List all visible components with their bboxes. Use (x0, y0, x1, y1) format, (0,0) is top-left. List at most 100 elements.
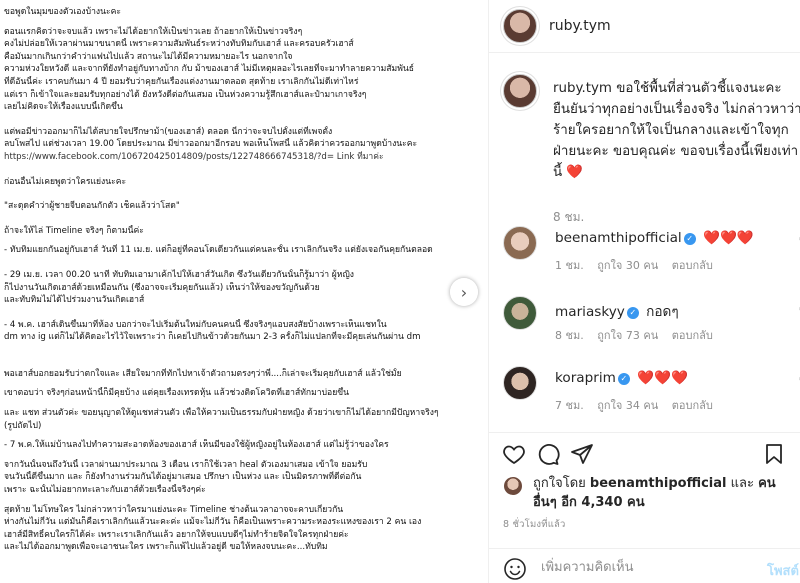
comment-input[interactable] (541, 555, 741, 579)
comment-box: โพสต์ (489, 548, 800, 583)
document-line: - ทับทิมแยกกันอยู่กับเฮาส์ วันที่ 11 เม.… (4, 245, 433, 256)
caption-time[interactable]: 8 ชม. (553, 208, 584, 227)
document-line: "สะดุดคำว่าผู้ชายจีบตอนกักตัว เช็คแล้วว่… (4, 201, 180, 212)
document-line: ขอพูดในมุมของตัวเองบ้างนะคะ (4, 7, 121, 17)
document-line: - 29 เม.ย. เวลา 00.20 นาที ทับทิมเอามาเค… (4, 269, 354, 280)
comment: mariaskyy ✓ กอดๆ 8 ชม. ถูกใจ 73 คน ตอบกลั… (503, 296, 800, 348)
document-line: ถ้าจะให้ไล่ Timeline จริงๆ ก็ตามนี้ค่ะ (4, 225, 144, 236)
document-line: สุดท้าย ไม่โทษใคร ไม่กล่าวหาว่าใครมาแย่ง… (4, 504, 344, 515)
document-spacer (4, 257, 474, 269)
likes-text: ถูกใจโดย beenamthipofficial และ คนอื่นๆ … (533, 474, 793, 512)
reply-button[interactable]: ตอบกลับ (672, 399, 713, 412)
comment-username[interactable]: beenamthipofficial (555, 230, 682, 246)
comment-likes[interactable]: ถูกใจ 73 คน (597, 329, 658, 342)
document-line: เฮาส์มีสิทธิ์คบใครก็ได้ค่ะ เพราะเราเลิกก… (4, 529, 349, 540)
verified-badge-icon: ✓ (617, 373, 630, 385)
document-line: - 4 พ.ค. เฮาส์เดินขึ้นมาที่ห้อง บอกว่าจะ… (4, 319, 387, 330)
action-bar (489, 432, 800, 472)
post-timestamp[interactable]: 8 ชั่วโมงที่แล้ว (503, 517, 566, 532)
document-line: คงไม่ปล่อยให้เวลาผ่านมาขนาดนี้ เพราะความ… (4, 39, 354, 50)
header-username[interactable]: ruby.tym (549, 18, 611, 34)
likes-connector: และ (730, 476, 754, 491)
document-line: พอเฮาส์บอกยอมรับว่าตกใจและ เสียใจมากที่ท… (4, 368, 402, 379)
document-spacer (4, 164, 474, 176)
document-spacer (4, 432, 474, 439)
document-line: แต่เรา ก็เข้าใจและยอมรับทุกอย่างได้ ยังห… (4, 89, 367, 100)
comment-meta: 1 ชม. ถูกใจ 30 คน ตอบกลับ (555, 256, 723, 274)
verified-badge-icon: ✓ (626, 307, 639, 319)
heart-icon[interactable] (501, 441, 527, 467)
avatar[interactable] (503, 9, 537, 43)
reply-button[interactable]: ตอบกลับ (672, 329, 713, 342)
document-spacer (4, 237, 474, 244)
document-line: เพราะ ฉะนั้นไม่อยากทะเลาะกับเฮาส์ด้วยเรื… (4, 485, 206, 496)
verified-badge-icon: ✓ (683, 233, 696, 245)
document-line: ลบโพสไป แต่ช่วงเวลา 19.00 โดยประมาณ มีข่… (4, 139, 418, 150)
document-line: เลยไม่คิดจะให้เรื่องแบบนี้เกิดขึ้น (4, 102, 123, 113)
likes-prefix: ถูกใจโดย (533, 476, 586, 491)
document-line: และ แชท ส่วนตัวค่ะ ขอยนุญาตให้ดูแชทส่วนต… (4, 408, 439, 419)
caption-avatar[interactable] (503, 74, 537, 108)
document-spacer (4, 344, 474, 368)
document-line: คือมันมากเกินกว่าคำว่าแฟนไปแล้ว สถานะไม่… (4, 51, 293, 62)
comment-meta: 7 ชม. ถูกใจ 34 คน ตอบกลับ (555, 396, 723, 414)
comment-username[interactable]: mariaskyy (555, 304, 625, 320)
comment-avatar[interactable] (503, 296, 537, 330)
caption-text: ruby.tym ขอใช้พื้นที่ส่วนตัวชี้แจงนะคะ ย… (553, 78, 800, 183)
post-header: ruby.tym (489, 0, 800, 53)
document-line: และไม่ได้ออกมาพูดเพื่อจะเอาชนะใคร เพราะก… (4, 542, 328, 553)
document-line: จนวันนี้ดีขึ้นมาก และ ก็ยังทำงานร่วมกันไ… (4, 472, 362, 483)
save-icon[interactable] (761, 441, 787, 467)
comment-age[interactable]: 7 ชม. (555, 399, 584, 412)
document-line: (รูปถัดไป) (4, 420, 42, 431)
document-line: และทับทิมไม่ได้ไปร่วมงานวันเกิดเฮาส์ (4, 295, 145, 306)
document-line: ที่ดีอันนี้ค่ะ เราคบกันมา 4 ปี ยอมรับว่า… (4, 76, 359, 87)
emoji-icon[interactable] (503, 557, 527, 581)
comment: beenamthipofficial ✓ ❤️❤️❤️ 1 ชม. ถูกใจ 3… (503, 226, 800, 278)
comment-text: mariaskyy ✓ กอดๆ (555, 300, 679, 322)
comment: koraprim ✓ ❤️❤️❤️ 7 ชม. ถูกใจ 34 คน ตอบกล… (503, 366, 800, 418)
comment-likes[interactable]: ถูกใจ 34 คน (597, 399, 658, 412)
document-line: - 7 พ.ค.ให้แม่บ้านลงไปทำความสะอาดห้องของ… (4, 440, 389, 451)
document-line: dm ทาง ig แต่ก็ไม่ได้คิดอะไรไว้ใจเพราะว่… (4, 332, 421, 343)
post-button[interactable]: โพสต์ (767, 560, 799, 581)
share-icon[interactable] (569, 441, 595, 467)
document-line: จากวันนั้นจนถึงวันนี้ เวลาผ่านมาประมาณ 3… (4, 459, 368, 470)
comments-section: ruby.tym ขอใช้พื้นที่ส่วนตัวชี้แจงนะคะ ย… (489, 54, 800, 430)
comment-age[interactable]: 1 ชม. (555, 259, 584, 272)
document-spacer (4, 400, 474, 407)
document-spacer (4, 307, 474, 319)
liker-avatar[interactable] (503, 476, 523, 496)
document-line: ก็ไปงานวันเกิดเฮาส์ด้วยเหมือนกัน (ซึ่งอา… (4, 282, 320, 293)
post-image[interactable]: ขอพูดในมุมของตัวเองบ้างนะคะ ตอนแรกคิดว่า… (0, 0, 488, 583)
comment-meta: 8 ชม. ถูกใจ 73 คน ตอบกลับ (555, 326, 723, 344)
comment-avatar[interactable] (503, 366, 537, 400)
liker-username[interactable]: beenamthipofficial (590, 476, 727, 491)
comment-username[interactable]: koraprim (555, 370, 616, 386)
comment-text: koraprim ✓ ❤️❤️❤️ (555, 370, 688, 386)
document-line: เขาตอบว่า จริงๆก่อนหน้านี้ก็มีคุยบ้าง แต… (4, 388, 350, 399)
comment-body: กอดๆ (646, 304, 679, 320)
next-arrow-icon[interactable]: › (450, 278, 478, 306)
document-spacer (4, 114, 474, 126)
document-spacer (4, 497, 474, 504)
comment-likes[interactable]: ถูกใจ 30 คน (597, 259, 658, 272)
document-spacer (4, 188, 474, 200)
comment-icon[interactable] (535, 441, 561, 467)
document-link-line[interactable]: https://www.facebook.com/106720425014809… (4, 151, 474, 164)
comment-text: beenamthipofficial ✓ ❤️❤️❤️ (555, 230, 754, 246)
reply-button[interactable]: ตอบกลับ (672, 259, 713, 272)
caption-username[interactable]: ruby.tym (553, 81, 612, 96)
comment-body: ❤️❤️❤️ (703, 230, 754, 246)
document-line: แต่พอมีข่าวออกมาก็ไม่ได้สบายใจปรึกษาม้า(… (4, 126, 333, 137)
comment-body: ❤️❤️❤️ (637, 370, 688, 386)
post-side-panel: ruby.tym ruby.tym ขอใช้พื้นที่ส่วนตัวชี้… (488, 0, 800, 583)
document-spacer (4, 452, 474, 459)
document-line: ตอนแรกคิดว่าจะจบแล้ว เพราะไม่ได้อยากให้เ… (4, 26, 303, 37)
document-line: ห่างกันไม่กี่วัน แต่มันก็คือเราเลิกกันแล… (4, 517, 422, 528)
document-line: ความห่วงใยหวังดี และจากที่ยังทำอยู่กับทา… (4, 64, 414, 75)
comment-avatar[interactable] (503, 226, 537, 260)
comment-age[interactable]: 8 ชม. (555, 329, 584, 342)
document-text: ขอพูดในมุมของตัวเองบ้างนะคะ ตอนแรกคิดว่า… (4, 6, 474, 554)
heart-emoji: ❤️ (566, 165, 584, 180)
